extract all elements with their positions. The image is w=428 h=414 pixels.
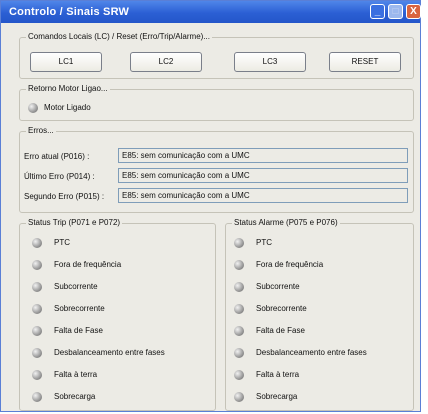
maximize-button[interactable]: □ [388, 4, 403, 19]
alarm-imbalance-led-icon [234, 348, 244, 358]
alarm-phase-loss-led-icon [234, 326, 244, 336]
trip-ptc-led-icon [32, 238, 42, 248]
alarm-item-overcurrent: Sobrecorrente [256, 304, 307, 313]
window-title: Controlo / Sinais SRW [9, 6, 130, 18]
trip-item-overcurrent: Sobrecorrente [54, 304, 105, 313]
reset-button[interactable]: RESET [329, 52, 401, 72]
minimize-button[interactable]: _ [370, 4, 385, 19]
alarm-status-legend: Status Alarme (P075 e P076) [232, 218, 340, 227]
alarm-undercurrent-led-icon [234, 282, 244, 292]
local-commands-group: Comandos Locais (LC) / Reset (Erro/Trip/… [19, 32, 414, 79]
alarm-item-overload: Sobrecarga [256, 392, 298, 401]
alarm-ground-fault-led-icon [234, 370, 244, 380]
trip-status-legend: Status Trip (P071 e P072) [26, 218, 123, 227]
motor-feedback-group: Retorno Motor Ligao... Motor Ligado [19, 84, 414, 121]
trip-overcurrent-led-icon [32, 304, 42, 314]
alarm-item-ptc: PTC [256, 238, 272, 247]
close-button[interactable]: X [406, 4, 421, 19]
alarm-item-ground-fault: Falta à terra [256, 370, 300, 379]
trip-item-phase-loss: Falta de Fase [54, 326, 103, 335]
trip-item-imbalance: Desbalanceamento entre fases [54, 348, 165, 357]
current-error-field: E85: sem comunicação com a UMC [118, 148, 408, 163]
trip-imbalance-led-icon [32, 348, 42, 358]
motor-status-label: Motor Ligado [44, 103, 91, 112]
last-error-label: Último Erro (P014) : [24, 172, 95, 181]
trip-item-frequency: Fora de frequência [54, 260, 122, 269]
title-bar[interactable]: Controlo / Sinais SRW _ □ X [1, 1, 421, 23]
window: Controlo / Sinais SRW _ □ X Comandos Loc… [0, 0, 421, 412]
local-commands-legend: Comandos Locais (LC) / Reset (Erro/Trip/… [26, 32, 212, 41]
trip-item-ptc: PTC [54, 238, 70, 247]
alarm-item-phase-loss: Falta de Fase [256, 326, 305, 335]
second-error-field: E85: sem comunicação com a UMC [118, 188, 408, 203]
trip-overload-led-icon [32, 392, 42, 402]
alarm-status-group: Status Alarme (P075 e P076) PTC Fora de … [225, 218, 414, 411]
motor-status-led-icon [28, 103, 38, 113]
alarm-overload-led-icon [234, 392, 244, 402]
errors-group: Erros... Erro atual (P016) : E85: sem co… [19, 126, 414, 213]
alarm-overcurrent-led-icon [234, 304, 244, 314]
alarm-item-imbalance: Desbalanceamento entre fases [256, 348, 367, 357]
trip-status-group: Status Trip (P071 e P072) PTC Fora de fr… [19, 218, 216, 411]
current-error-label: Erro atual (P016) : [24, 152, 90, 161]
lc2-button[interactable]: LC2 [130, 52, 202, 72]
trip-undercurrent-led-icon [32, 282, 42, 292]
alarm-ptc-led-icon [234, 238, 244, 248]
second-error-label: Segundo Erro (P015) : [24, 192, 105, 201]
last-error-field: E85: sem comunicação com a UMC [118, 168, 408, 183]
trip-item-undercurrent: Subcorrente [54, 282, 98, 291]
trip-item-overload: Sobrecarga [54, 392, 96, 401]
lc3-button[interactable]: LC3 [234, 52, 306, 72]
trip-phase-loss-led-icon [32, 326, 42, 336]
errors-legend: Erros... [26, 126, 56, 135]
trip-frequency-led-icon [32, 260, 42, 270]
alarm-frequency-led-icon [234, 260, 244, 270]
alarm-item-undercurrent: Subcorrente [256, 282, 300, 291]
trip-item-ground-fault: Falta à terra [54, 370, 98, 379]
motor-feedback-legend: Retorno Motor Ligao... [26, 84, 110, 93]
trip-ground-fault-led-icon [32, 370, 42, 380]
lc1-button[interactable]: LC1 [30, 52, 102, 72]
alarm-item-frequency: Fora de frequência [256, 260, 324, 269]
